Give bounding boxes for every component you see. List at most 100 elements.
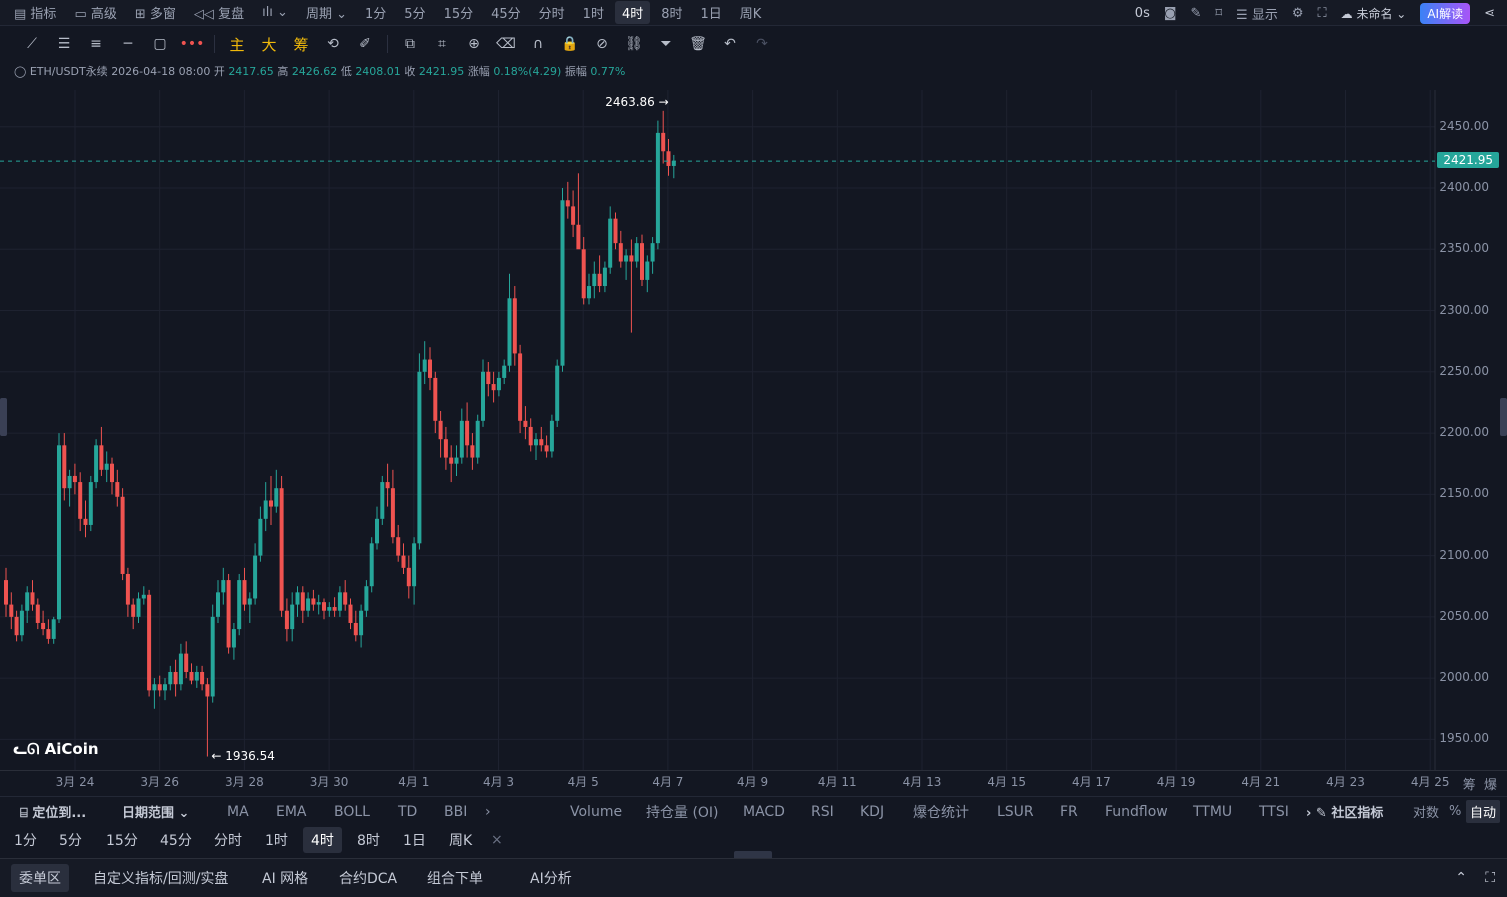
filter-icon[interactable]: ⏷	[650, 30, 682, 58]
fullscreen-icon[interactable]: ⛶	[1318, 6, 1327, 21]
percent-scale-toggle[interactable]: %	[1449, 804, 1461, 819]
period-timeline[interactable]: 分时	[539, 3, 565, 22]
period-4h[interactable]: 4时	[614, 1, 651, 24]
period-45m[interactable]: 45分	[491, 3, 521, 22]
period-1m[interactable]: 1分	[365, 3, 386, 22]
period-tab-1m[interactable]: 1分	[14, 830, 37, 850]
chevron-up-icon[interactable]: ⌃	[1455, 870, 1467, 886]
chart-type-button[interactable]: ılı ⌄	[262, 5, 288, 20]
panel-resize-handle[interactable]	[734, 851, 772, 858]
tab-ai-grid[interactable]: AI 网格	[262, 868, 308, 888]
trash-icon[interactable]: 🗑	[682, 30, 714, 58]
price-tick: 2000.00	[1439, 670, 1489, 685]
period-8h[interactable]: 8时	[661, 3, 682, 22]
liquidation-toggle[interactable]: 爆	[1484, 778, 1497, 793]
bookmark-icon[interactable]: ⌑	[1215, 6, 1222, 21]
settings-icon[interactable]: ⚙	[1292, 6, 1304, 21]
ai-interpret-button[interactable]: AI解读	[1420, 2, 1471, 24]
locate-button[interactable]: ⌸ 定位到...	[20, 802, 86, 821]
trendline-icon[interactable]: ⟋	[16, 30, 48, 58]
lock-icon[interactable]: 🔒	[554, 30, 586, 58]
community-indicators-button[interactable]: › ✎ 社区指标	[1306, 802, 1383, 821]
indicator-kdj[interactable]: KDJ	[860, 804, 884, 820]
indicator-macd[interactable]: MACD	[743, 804, 785, 820]
indicator-bbi[interactable]: BBI	[444, 804, 467, 820]
indicator-lsur[interactable]: LSUR	[997, 804, 1034, 820]
period-15m[interactable]: 15分	[444, 3, 474, 22]
auto-pattern-icon[interactable]: ⟲	[317, 30, 349, 58]
multi-window-button[interactable]: ⊞ 多窗	[135, 3, 176, 22]
period-tab-45m[interactable]: 45分	[160, 830, 192, 850]
indicator-fundflow[interactable]: Fundflow	[1105, 804, 1168, 820]
indicator-ma[interactable]: MA	[227, 804, 249, 820]
tab-contract-dca[interactable]: 合约DCA	[339, 868, 397, 888]
indicator-td[interactable]: TD	[398, 804, 417, 820]
display-button[interactable]: ☰ 显示	[1236, 4, 1278, 23]
period-1d[interactable]: 1日	[701, 3, 722, 22]
indicator-boll[interactable]: BOLL	[334, 804, 370, 820]
tab-custom-indicators[interactable]: 自定义指标/回测/实盘	[93, 868, 228, 888]
chips-toggle[interactable]: 筹	[1463, 778, 1476, 793]
eraser-icon[interactable]: ⌫	[490, 30, 522, 58]
auto-scale-toggle[interactable]: 自动	[1466, 800, 1501, 823]
rectangle-icon[interactable]: ▢	[144, 30, 176, 58]
period-tab-8h[interactable]: 8时	[357, 830, 380, 850]
period-tab-4h[interactable]: 4时	[303, 827, 342, 853]
horizontal-lines-icon[interactable]: ≡	[80, 30, 112, 58]
more-tools-icon[interactable]: •••	[176, 30, 208, 58]
indicator-button[interactable]: ▤ 指标	[14, 3, 56, 22]
tab-order-area[interactable]: 委单区	[11, 864, 69, 892]
period-tab-1d[interactable]: 1日	[403, 830, 426, 850]
expand-icon[interactable]: ⛶	[1485, 870, 1495, 886]
redo-icon[interactable]: ↷	[746, 30, 778, 58]
link-icon[interactable]: ⛓	[618, 30, 650, 58]
period-tab-15m[interactable]: 15分	[106, 830, 138, 850]
period-1h[interactable]: 1时	[583, 3, 604, 22]
indicator-ttsi[interactable]: TTSI	[1259, 804, 1289, 820]
big-order-button[interactable]: 大	[253, 30, 285, 58]
ruler-icon[interactable]: ⌗	[426, 30, 458, 58]
left-panel-handle[interactable]	[0, 398, 7, 436]
period-1w[interactable]: 周K	[740, 3, 762, 22]
indicator-volume[interactable]: Volume	[570, 804, 622, 820]
camera-icon[interactable]: ◙	[1164, 6, 1177, 21]
zoom-icon[interactable]: ⊕	[458, 30, 490, 58]
candlestick-chart[interactable]	[0, 90, 1507, 770]
indicator-fr[interactable]: FR	[1060, 804, 1078, 820]
indicator-liquidation[interactable]: 爆仓统计	[913, 802, 969, 822]
layout-name-dropdown[interactable]: ☁ 未命名 ⌄	[1341, 5, 1407, 22]
candle-body	[152, 684, 157, 691]
period-tab-5m[interactable]: 5分	[59, 830, 82, 850]
date-range-dropdown[interactable]: 日期范围 ⌄	[122, 802, 189, 821]
indicator-ema[interactable]: EMA	[276, 804, 307, 820]
period-dropdown[interactable]: 周期 ⌄	[306, 3, 347, 22]
hide-drawings-icon[interactable]: ⊘	[586, 30, 618, 58]
horizontal-ray-icon[interactable]: ─	[112, 30, 144, 58]
log-scale-toggle[interactable]: 对数	[1413, 802, 1439, 821]
magnet-icon[interactable]: ∩	[522, 30, 554, 58]
chips-button[interactable]: 筹	[285, 30, 317, 58]
main-force-button[interactable]: 主	[221, 30, 253, 58]
magic-pen-icon[interactable]: ✐	[349, 30, 381, 58]
copy-icon[interactable]: ⧉	[394, 30, 426, 58]
parallel-lines-icon[interactable]: ☰	[48, 30, 80, 58]
indicator-oi[interactable]: 持仓量 (OI)	[646, 802, 719, 822]
period-tab-1h[interactable]: 1时	[265, 830, 288, 850]
candle-body	[295, 592, 300, 605]
period-5m[interactable]: 5分	[404, 3, 425, 22]
tab-combo-order[interactable]: 组合下单	[427, 868, 483, 888]
right-panel-handle[interactable]	[1500, 398, 1507, 436]
chevron-right-icon[interactable]: ›	[485, 804, 491, 820]
pen-icon[interactable]: ✎	[1190, 6, 1201, 21]
eye-icon[interactable]: ◯	[14, 65, 26, 78]
share-icon[interactable]: ⋖	[1484, 6, 1495, 21]
advanced-button[interactable]: ▭ 高级	[74, 3, 116, 22]
indicator-ttmu[interactable]: TTMU	[1193, 804, 1232, 820]
tab-ai-analysis[interactable]: AI分析	[530, 868, 572, 888]
replay-button[interactable]: ◁◁ 复盘	[194, 3, 244, 22]
close-icon[interactable]: ×	[491, 832, 503, 848]
indicator-rsi[interactable]: RSI	[811, 804, 834, 820]
undo-icon[interactable]: ↶	[714, 30, 746, 58]
period-tab-timeline[interactable]: 分时	[214, 830, 242, 850]
period-tab-1w[interactable]: 周K	[449, 830, 472, 850]
